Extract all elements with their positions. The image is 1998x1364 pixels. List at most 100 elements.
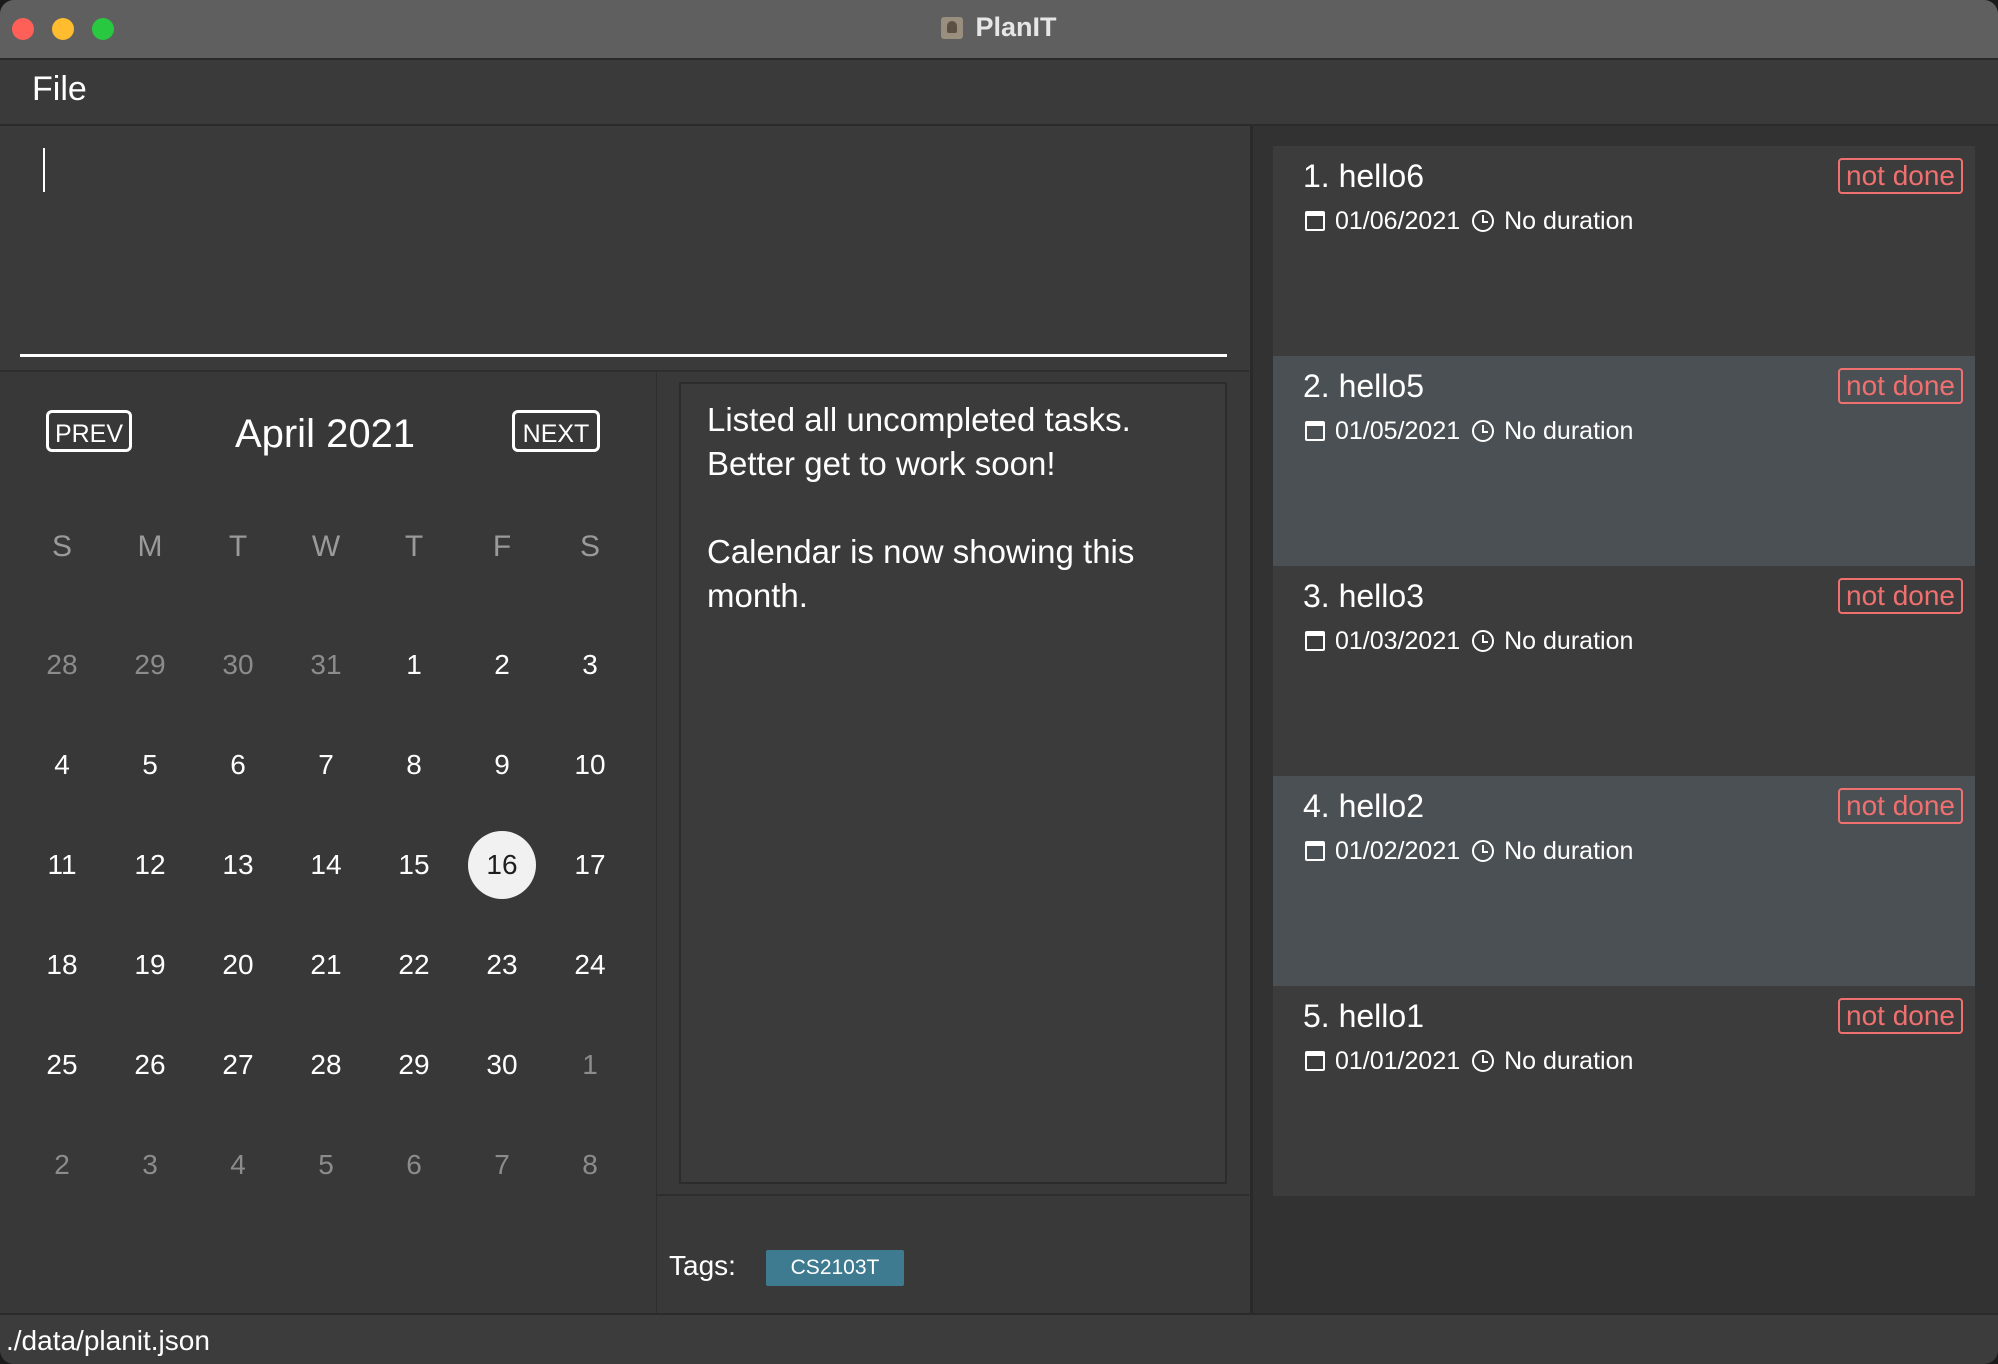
calendar-day[interactable]: 29 [380,1031,448,1099]
task-date: 01/01/2021 [1335,1046,1461,1075]
result-line: month. [707,577,808,614]
calendar-day[interactable]: 4 [204,1131,272,1199]
weekday-header: W [311,530,341,563]
calendar-day[interactable]: 12 [116,831,184,899]
tag-chip[interactable]: CS2103T [766,1250,904,1286]
task-date: 01/02/2021 [1335,836,1461,865]
calendar-day[interactable]: 28 [28,631,96,699]
calendar-day[interactable]: 1 [556,1031,624,1099]
result-line: Better get to work soon! [707,445,1056,482]
tags-bar: Tags: CS2103T [657,1194,1249,1317]
status-badge: not done [1838,368,1963,404]
weekday-header: S [51,530,72,563]
title-bar: PlanIT [0,0,1998,60]
task-title: 4. hello2 [1303,788,1424,824]
calendar-day[interactable]: 2 [28,1131,96,1199]
calendar-day[interactable]: 21 [292,931,360,999]
status-badge: not done [1838,998,1963,1034]
calendar-icon [1305,841,1325,862]
weekday-header: T [228,530,248,563]
result-panel: Listed all uncompleted tasks. Better get… [657,370,1249,1315]
command-underline [20,354,1227,357]
task-card[interactable]: 3. hello3 not done 01/03/2021 No duration [1273,566,1975,776]
command-box[interactable] [0,126,1250,369]
calendar-day[interactable]: 30 [468,1031,536,1099]
clock-icon [1472,1050,1495,1073]
calendar-day[interactable]: 4 [28,731,96,799]
weekday-header: M [137,530,163,563]
calendar-panel: PREV April 2021 NEXT S M T W T F S 28 29 30 31 1 2 3 4… [0,370,658,1315]
calendar-day[interactable]: 3 [556,631,624,699]
calendar-day[interactable]: 6 [204,731,272,799]
task-duration: No duration [1504,1046,1634,1075]
task-date: 01/03/2021 [1335,626,1461,655]
calendar-day[interactable]: 8 [380,731,448,799]
calendar-day[interactable]: 9 [468,731,536,799]
calendar-day[interactable]: 23 [468,931,536,999]
task-duration: No duration [1504,206,1634,235]
calendar-day[interactable]: 31 [292,631,360,699]
task-title: 5. hello1 [1303,998,1424,1034]
calendar-day[interactable]: 19 [116,931,184,999]
calendar-day[interactable]: 5 [116,731,184,799]
task-duration: No duration [1504,416,1634,445]
calendar-day[interactable]: 13 [204,831,272,899]
calendar-day[interactable]: 10 [556,731,624,799]
calendar-day[interactable]: 5 [292,1131,360,1199]
calendar-day[interactable]: 7 [292,731,360,799]
calendar-day[interactable]: 6 [380,1131,448,1199]
calendar-month-title: April 2021 [234,412,416,456]
calendar-day[interactable]: 29 [116,631,184,699]
task-date: 01/05/2021 [1335,416,1461,445]
weekday-header: S [579,530,600,563]
clock-icon [1472,210,1495,233]
status-bar: ./data/planit.json [0,1313,1998,1364]
calendar-day[interactable]: 17 [556,831,624,899]
weekday-header: F [492,530,512,563]
calendar-day[interactable]: 25 [28,1031,96,1099]
calendar-icon [1305,421,1325,442]
calendar-day[interactable]: 7 [468,1131,536,1199]
calendar-day[interactable]: 3 [116,1131,184,1199]
tags-label: Tags: [669,1250,736,1281]
clock-icon [1472,420,1495,443]
menu-bar: File [0,60,1998,126]
calendar-day[interactable]: 24 [556,931,624,999]
task-date: 01/06/2021 [1335,206,1461,235]
calendar-day-today[interactable]: 16 [468,831,536,899]
calendar-icon [1305,211,1325,232]
app-icon [941,16,964,39]
calendar-day[interactable]: 2 [468,631,536,699]
task-title: 2. hello5 [1303,368,1424,404]
calendar-day[interactable]: 27 [204,1031,272,1099]
prev-month-button[interactable]: PREV [46,410,132,452]
calendar-day[interactable]: 14 [292,831,360,899]
task-title: 3. hello3 [1303,578,1424,614]
status-badge: not done [1838,788,1963,824]
calendar-day[interactable]: 8 [556,1131,624,1199]
task-card[interactable]: 5. hello1 not done 01/01/2021 No duration [1273,986,1975,1196]
calendar-day[interactable]: 28 [292,1031,360,1099]
calendar-day[interactable]: 18 [28,931,96,999]
menu-file[interactable]: File [32,70,87,109]
calendar-day[interactable]: 1 [380,631,448,699]
next-month-button[interactable]: NEXT [512,410,600,452]
app-window: PlanIT File PREV April 2021 NEXT S M T W T F S… [0,0,1998,1364]
task-card[interactable]: 1. hello6 not done 01/06/2021 No duration [1273,146,1975,356]
calendar-day[interactable]: 11 [28,831,96,899]
result-line: Calendar is now showing this [707,533,1135,570]
task-card[interactable]: 2. hello5 not done 01/05/2021 No duration [1273,356,1975,566]
text-caret [43,148,45,192]
task-duration: No duration [1504,626,1634,655]
task-card[interactable]: 4. hello2 not done 01/02/2021 No duration [1273,776,1975,986]
calendar-day[interactable]: 15 [380,831,448,899]
data-file-path: ./data/planit.json [6,1325,210,1356]
clock-icon [1472,630,1495,653]
calendar-day[interactable]: 22 [380,931,448,999]
calendar-day[interactable]: 30 [204,631,272,699]
calendar-icon [1305,1051,1325,1072]
calendar-day[interactable]: 26 [116,1031,184,1099]
calendar-day[interactable]: 20 [204,931,272,999]
window-title: PlanIT [975,12,1057,42]
task-title: 1. hello6 [1303,158,1424,194]
